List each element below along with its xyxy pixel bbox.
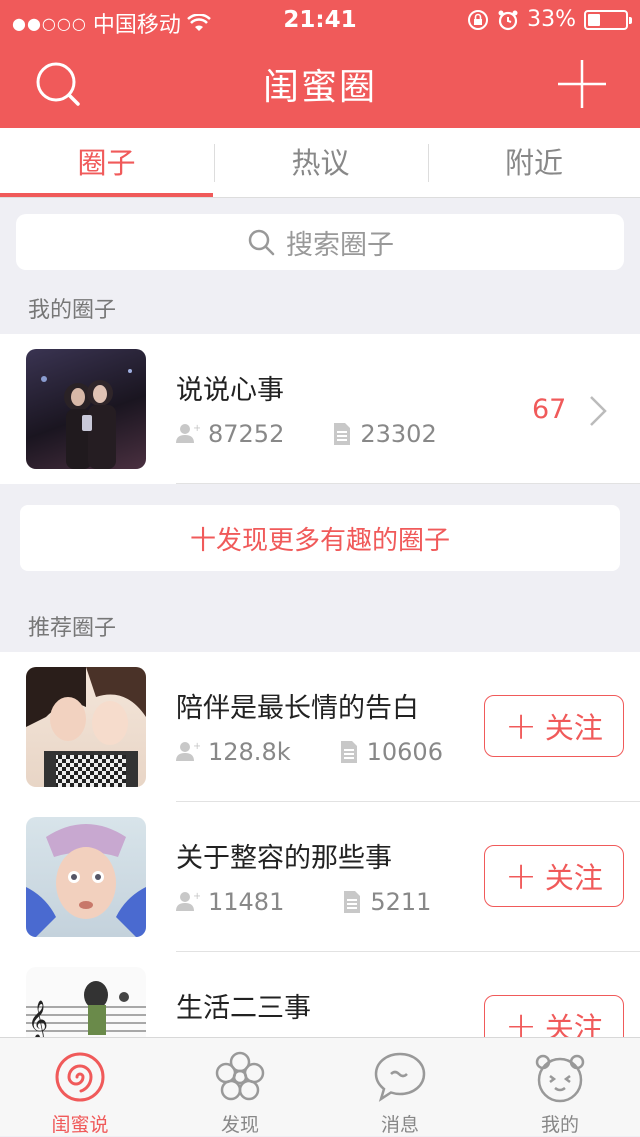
tab-circles[interactable]: 圈子 xyxy=(0,128,213,198)
members-icon: + xyxy=(176,741,200,761)
svg-text:𝄞: 𝄞 xyxy=(28,1000,48,1037)
recommended-circle-row[interactable]: 𝄞 生活二三事 + 关注 xyxy=(0,952,640,1037)
member-count-value: 87252 xyxy=(208,420,285,448)
recommended-circle-row[interactable]: 关于整容的那些事 + 11481 5211 + 关注 xyxy=(0,802,640,952)
post-count-value: 5211 xyxy=(370,888,432,916)
member-count-value: 128.8k xyxy=(208,738,291,766)
document-icon xyxy=(340,741,357,763)
search-placeholder: 搜索圈子 xyxy=(286,229,394,261)
segment-tabs: 圈子 热议 附近 xyxy=(0,128,640,198)
recommended-circle-row[interactable]: 陪伴是最长情的告白 + 128.8k 10606 + 关注 xyxy=(0,652,640,802)
tabbar-item-messages[interactable]: 消息 xyxy=(320,1038,480,1137)
tab-hot-topics[interactable]: 热议 xyxy=(214,128,427,198)
follow-label: 关注 xyxy=(544,861,603,895)
status-bar: ●●○○○ 中国移动 21:41 33% xyxy=(0,0,640,40)
status-right: 33% xyxy=(467,7,632,32)
members-icon: + xyxy=(176,423,200,443)
post-count: 10606 xyxy=(339,738,443,766)
discover-more-label: 十发现更多有趣的圈子 xyxy=(189,525,450,556)
battery-percent: 33% xyxy=(527,7,576,32)
follow-label: 关注 xyxy=(544,711,603,745)
chat-bubble-icon xyxy=(374,1052,426,1102)
post-count: 5211 xyxy=(342,888,431,916)
follow-button[interactable]: + 关注 xyxy=(484,995,624,1037)
member-count: + 128.8k xyxy=(176,738,291,766)
member-count: + 11481 xyxy=(176,888,284,916)
section-title-my-circles: 我的圈子 xyxy=(28,298,117,323)
circle-thumbnail xyxy=(26,349,146,469)
circle-search-input[interactable]: 搜索圈子 xyxy=(16,214,624,270)
rotation-lock-icon xyxy=(468,9,489,30)
tabbar-item-home[interactable]: 闺蜜说 xyxy=(0,1038,160,1137)
photo-image: 𝄞 xyxy=(26,981,146,1037)
tabbar-item-discover[interactable]: 发现 xyxy=(160,1038,320,1137)
follow-button[interactable]: + 关注 xyxy=(484,845,624,907)
tab-nearby[interactable]: 附近 xyxy=(428,128,640,198)
plus-icon: + xyxy=(505,854,537,898)
tabbar-item-me[interactable]: 我的 xyxy=(480,1038,640,1137)
plus-icon: + xyxy=(505,704,537,748)
circle-thumbnail xyxy=(26,817,146,937)
circle-stats: + 11481 5211 xyxy=(176,888,431,916)
plus-icon[interactable] xyxy=(554,56,610,112)
alarm-icon xyxy=(498,10,518,30)
follow-button[interactable]: + 关注 xyxy=(484,695,624,757)
circle-name: 生活二三事 xyxy=(176,993,311,1024)
bottom-tab-bar: 闺蜜说 发现 消息 我的 xyxy=(0,1037,640,1136)
plus-icon: + xyxy=(505,1004,537,1037)
flower-icon xyxy=(215,1051,265,1101)
my-circle-row[interactable]: 说说心事 + 87252 23302 67 xyxy=(0,334,640,484)
circle-thumbnail xyxy=(26,667,146,787)
circle-name: 陪伴是最长情的告白 xyxy=(176,693,419,724)
circle-thumbnail: 𝄞 xyxy=(26,967,146,1037)
post-count-value: 23302 xyxy=(360,420,437,448)
document-icon xyxy=(334,423,351,445)
follow-label: 关注 xyxy=(544,1011,603,1037)
svg-text:+: + xyxy=(193,891,200,902)
chevron-right-icon xyxy=(590,396,607,426)
tabbar-label: 发现 xyxy=(220,1114,259,1136)
search-icon xyxy=(248,229,275,256)
post-count-value: 10606 xyxy=(366,738,443,766)
circle-name: 关于整容的那些事 xyxy=(176,843,392,874)
member-count: + 87252 xyxy=(176,420,284,448)
discover-more-button[interactable]: 十发现更多有趣的圈子 xyxy=(20,505,620,571)
photo-image xyxy=(26,667,146,787)
document-icon xyxy=(344,891,361,913)
circle-stats: + 128.8k 10606 xyxy=(176,738,443,766)
navigation-bar: 闺蜜圈 xyxy=(0,40,640,128)
tabbar-label: 闺蜜说 xyxy=(51,1114,109,1136)
section-title-recommended: 推荐圈子 xyxy=(28,616,117,641)
post-count: 23302 xyxy=(332,420,437,448)
member-count-value: 11481 xyxy=(208,888,285,916)
top-bar: ●●○○○ 中国移动 21:41 33% 闺蜜圈 xyxy=(0,0,640,128)
photo-image xyxy=(41,369,132,469)
tabbar-label: 消息 xyxy=(380,1114,419,1136)
members-icon: + xyxy=(176,891,200,911)
tabbar-label: 我的 xyxy=(540,1114,579,1136)
unread-count: 67 xyxy=(532,394,567,425)
bear-face-icon xyxy=(535,1054,585,1103)
svg-text:+: + xyxy=(193,423,200,434)
photo-image xyxy=(26,824,146,937)
circle-stats: + 87252 23302 xyxy=(176,420,437,448)
svg-text:+: + xyxy=(193,741,200,752)
page-title: 闺蜜圈 xyxy=(262,67,377,108)
row-divider xyxy=(176,483,640,484)
circle-name: 说说心事 xyxy=(176,375,284,406)
active-tab-indicator xyxy=(0,193,213,197)
swirl-icon xyxy=(55,1052,105,1102)
battery-icon xyxy=(584,9,632,30)
